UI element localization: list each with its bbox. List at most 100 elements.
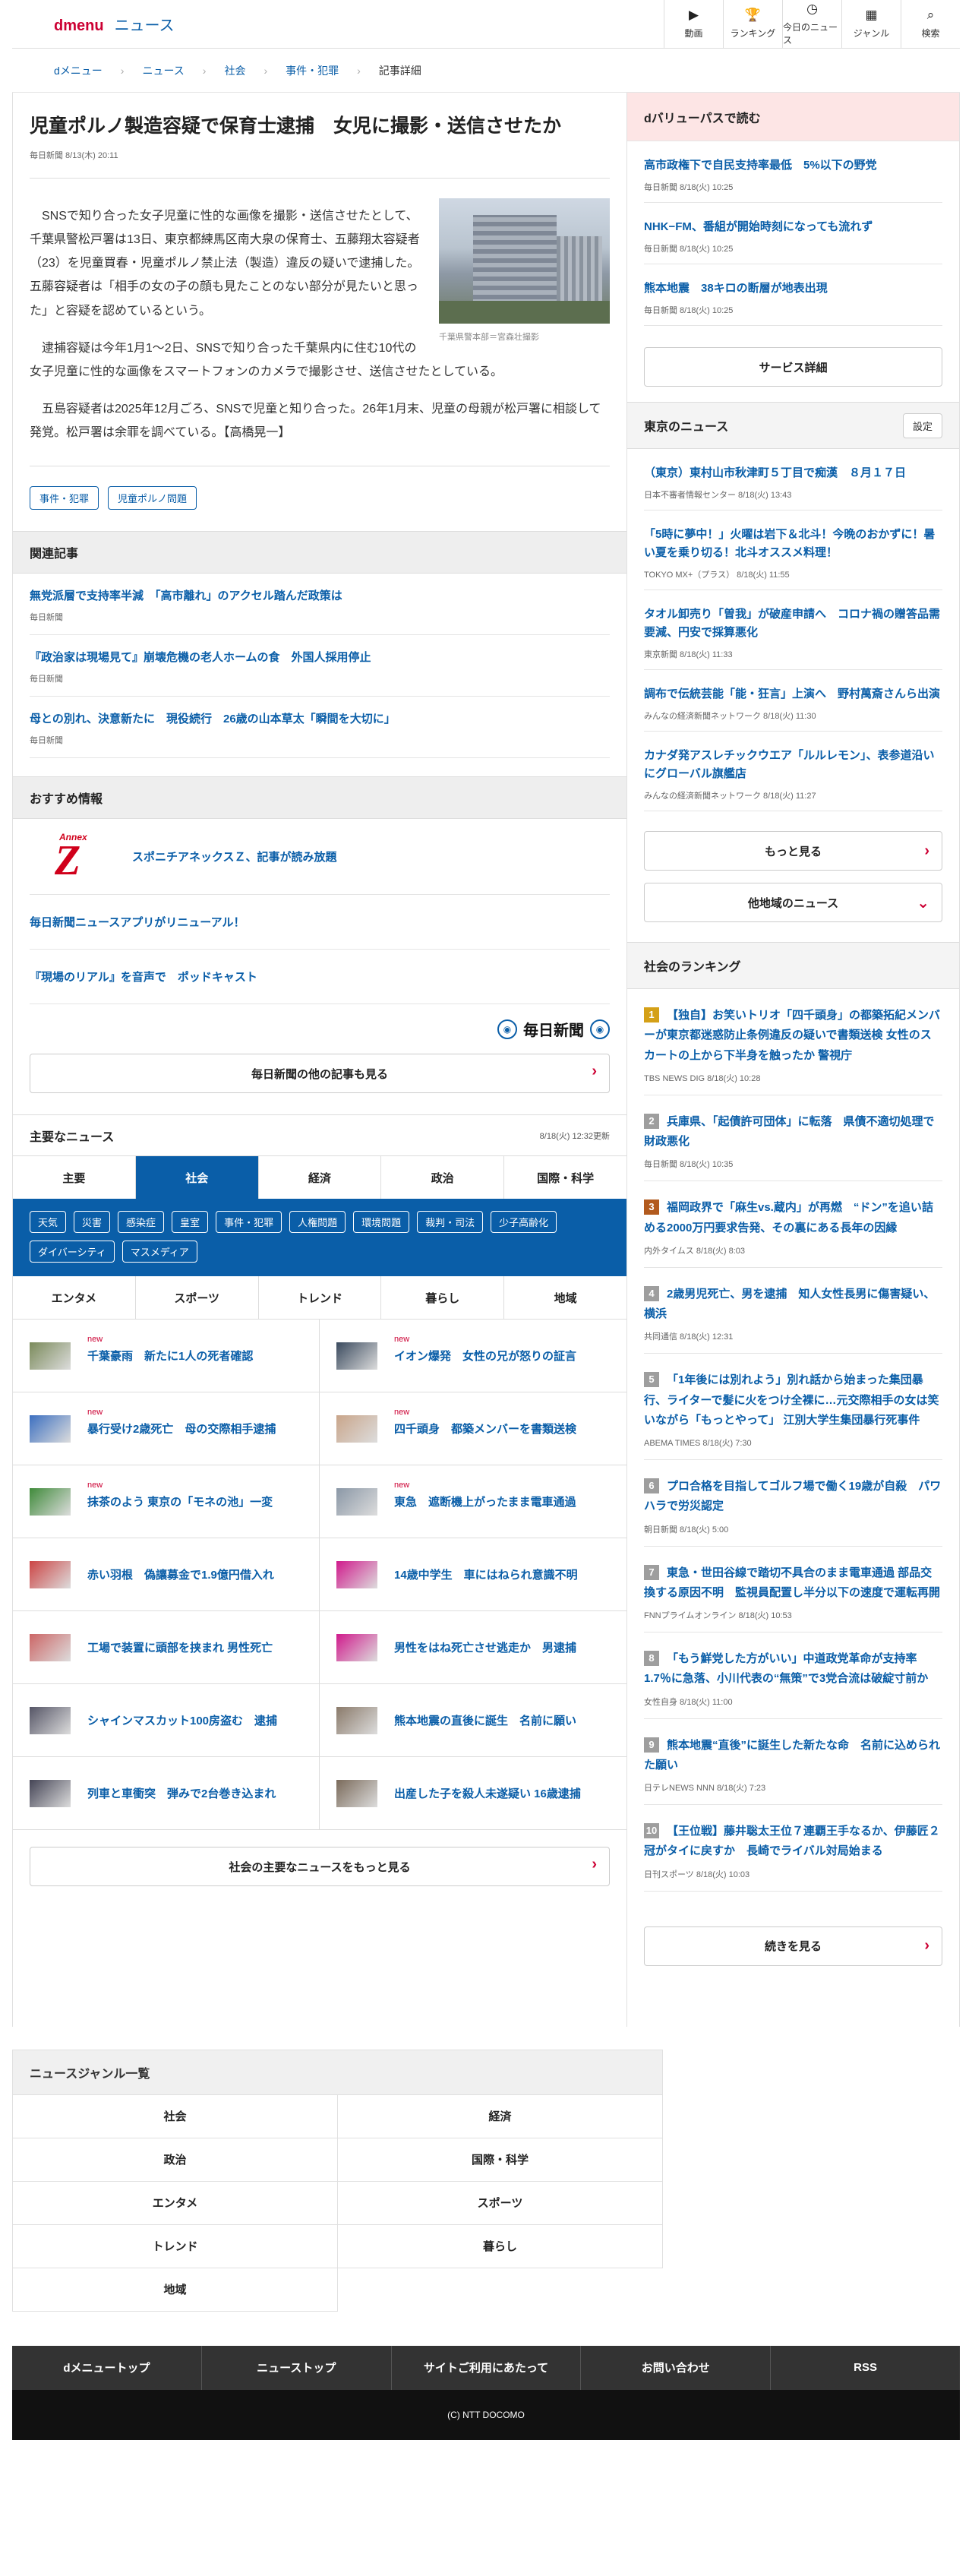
ranking-link[interactable]: 【独自】お笑いトリオ「四千頭身」の都築拓紀メンバーが東京都迷惑防止条例違反の疑い…	[644, 1009, 940, 1062]
news-title[interactable]: 男性をはね死亡させ逃走か 男逮捕	[394, 1639, 576, 1655]
side-news-item[interactable]: 高市政権下で自民支持率最低 5%以下の野党 毎日新聞 8/18(火) 10:25	[644, 141, 942, 203]
news-item[interactable]: 工場で装置に頭部を挟まれ 男性死亡	[13, 1611, 320, 1685]
site-logo[interactable]: dmenu ニュース	[54, 13, 175, 35]
ranking-link[interactable]: 「もう鮮党した方がいい」中道政党革命が支持率1.7％に急落、小川代表の“無策”で…	[644, 1652, 928, 1685]
breadcrumb-item[interactable]: 事件・犯罪	[286, 63, 339, 78]
sub-tab[interactable]: エンタメ	[13, 1276, 136, 1320]
tab-4[interactable]: 国際・科学	[504, 1156, 626, 1199]
tab-0[interactable]: 主要	[13, 1156, 136, 1199]
news-item[interactable]: シャインマスカット100房盗む 逮捕	[13, 1684, 320, 1758]
ranking-item[interactable]: 9 熊本地震“直後”に誕生した新たな命 名前に込められた願い 日テレNEWS NNN…	[644, 1719, 942, 1805]
footer-link[interactable]: dメニュートップ	[12, 2345, 202, 2390]
side-news-link[interactable]: NHK−FM、番組が開始時刻になっても流れず	[644, 220, 873, 233]
news-item[interactable]: 東急 遮断機上がったまま電車通過 new	[320, 1465, 626, 1539]
news-logo[interactable]: ニュース	[115, 13, 175, 35]
tag-link[interactable]: 事件・犯罪	[30, 486, 99, 510]
related-link[interactable]: 母との別れ、決意新たに 現役続行 26歳の山本草太「瞬間を大切に」	[30, 713, 396, 725]
ranking-item[interactable]: 3 福岡政界で「麻生vs.蔵内」が再燃 “ドン”を追い詰める2000万円要求告発、…	[644, 1181, 942, 1268]
related-link[interactable]: 『政治家は現場見て』崩壊危機の老人ホームの食 外国人採用停止	[30, 651, 371, 664]
ranking-item[interactable]: 4 2歳男児死亡、男を逮捕 知人女性長男に傷害疑い、横浜 共同通信 8/18(火) …	[644, 1268, 942, 1354]
topic-tag[interactable]: 皇室	[172, 1211, 209, 1234]
recommend-link[interactable]: 『現場のリアル』を音声で ポッドキャスト	[30, 969, 257, 985]
breadcrumb-item[interactable]: dメニュー	[54, 63, 103, 78]
tab-2[interactable]: 経済	[259, 1156, 382, 1199]
service-detail-button[interactable]: サービス詳細	[644, 347, 942, 387]
genre-link[interactable]: スポーツ	[338, 2181, 663, 2225]
ranking-link[interactable]: 「1年後には別れよう」別れ話から始まった集団暴行、ライターで髪に火をつけ全裸に……	[644, 1373, 939, 1427]
header-nav-video[interactable]: ▶ 動画	[664, 0, 723, 49]
side-news-item[interactable]: 「5時に夢中！」火曜は岩下＆北斗！今晩のおかずに！暑い夏を乗り切る！北斗オススメ…	[644, 510, 942, 590]
ranking-link[interactable]: 【王位戦】藤井聡太王位７連覇王手なるか、伊藤匠２冠がタイに戻すか 長崎でライバル…	[644, 1825, 940, 1857]
news-title[interactable]: 四千頭身 都築メンバーを書類送検 new	[394, 1408, 576, 1437]
news-title[interactable]: 赤い羽根 偽讓募金で1.9億円借入れ	[87, 1566, 274, 1582]
news-title[interactable]: 工場で装置に頭部を挟まれ 男性死亡	[87, 1639, 273, 1655]
genre-link[interactable]: エンタメ	[13, 2181, 338, 2225]
topic-tag[interactable]: 事件・犯罪	[216, 1211, 282, 1234]
side-news-link[interactable]: 高市政権下で自民支持率最低 5%以下の野党	[644, 159, 877, 172]
genre-link[interactable]: 経済	[338, 2094, 663, 2138]
sub-tab[interactable]: トレンド	[259, 1276, 382, 1320]
footer-link[interactable]: RSS	[771, 2346, 960, 2390]
news-item[interactable]: 赤い羽根 偽讓募金で1.9億円借入れ	[13, 1538, 320, 1612]
recommend-link[interactable]: 毎日新聞ニュースアプリがリニューアル！	[30, 914, 245, 930]
side-news-item[interactable]: カナダ発アスレチックウエア「ルルレモン」、表参道沿いにグローバル旗艦店 みんなの経…	[644, 732, 942, 811]
news-item[interactable]: 出産した子を殺人未遂疑い 16歳逮捕	[320, 1757, 626, 1831]
news-title[interactable]: 14歳中学生 車にはねられ意識不明	[394, 1566, 578, 1582]
news-item[interactable]: 列車と車衝突 弾みで2台巻き込まれ	[13, 1757, 320, 1831]
news-item[interactable]: 千葉豪雨 新たに1人の死者確認 new	[13, 1320, 320, 1393]
header-nav-search[interactable]: ⌕ 検索	[901, 0, 960, 49]
side-news-item[interactable]: NHK−FM、番組が開始時刻になっても流れず 毎日新聞 8/18(火) 10:25	[644, 203, 942, 264]
ranking-item[interactable]: 6 プロ合格を目指してゴルフ場で働く19歳が自殺 パワハラで労災認定 朝日新聞 8/…	[644, 1460, 942, 1547]
related-item[interactable]: 無党派層で支持率半減 「高市離れ」のアクセル踏んだ政策は 毎日新聞	[30, 574, 610, 636]
related-item[interactable]: 母との別れ、決意新たに 現役続行 26歳の山本草太「瞬間を大切に」 毎日新聞	[30, 697, 610, 759]
genre-link[interactable]: 暮らし	[338, 2224, 663, 2268]
publisher-more-button[interactable]: 毎日新聞の他の記事も見る ›	[30, 1054, 610, 1094]
side-news-link[interactable]: カナダ発アスレチックウエア「ルルレモン」、表参道沿いにグローバル旗艦店	[644, 749, 935, 780]
breadcrumb-item[interactable]: 社会	[224, 63, 245, 78]
news-item[interactable]: 男性をはね死亡させ逃走か 男逮捕	[320, 1611, 626, 1685]
main-news-more-button[interactable]: 社会の主要なニュースをもっと見る ›	[30, 1847, 610, 1887]
recommend-item[interactable]: Annex Z スポニチアネックスＺ、記事が読み放題	[30, 819, 610, 896]
header-nav-clock[interactable]: ◷ 今日のニュース	[782, 0, 841, 49]
side-news-item[interactable]: 調布で伝統芸能「能・狂言」上演へ 野村萬斎さんら出演 みんなの経済新聞ネットワーク…	[644, 670, 942, 732]
topic-tag[interactable]: 天気	[30, 1211, 67, 1234]
ranking-item[interactable]: 5 「1年後には別れよう」別れ話から始まった集団暴行、ライターで髪に火をつけ全裸に…	[644, 1354, 942, 1460]
news-title[interactable]: 暴行受け2歳死亡 母の交際相手逮捕 new	[87, 1408, 276, 1437]
header-nav-trophy[interactable]: 🏆 ランキング	[723, 0, 782, 49]
side-news-link[interactable]: タオル卸売り「曽我」が破産申請へ コロナ禍の贈答品需要減、円安で採算悪化	[644, 608, 940, 639]
news-item[interactable]: 四千頭身 都築メンバーを書類送検 new	[320, 1392, 626, 1466]
tag-link[interactable]: 児童ポルノ問題	[108, 486, 197, 510]
topic-tag[interactable]: マスメディア	[122, 1241, 197, 1263]
ranking-link[interactable]: 福岡政界で「麻生vs.蔵内」が再燃 “ドン”を追い詰める2000万円要求告発、そ…	[644, 1201, 933, 1234]
news-title[interactable]: 熊本地震の直後に誕生 名前に願い	[394, 1712, 576, 1728]
genre-link[interactable]: 地域	[13, 2268, 338, 2312]
ranking-link[interactable]: 2歳男児死亡、男を逮捕 知人女性長男に傷害疑い、横浜	[644, 1288, 935, 1320]
news-item[interactable]: 暴行受け2歳死亡 母の交際相手逮捕 new	[13, 1392, 320, 1466]
topic-tag[interactable]: 災害	[74, 1211, 111, 1234]
side-news-link[interactable]: （東京）東村山市秋津町５丁目で痴漢 ８月１７日	[644, 466, 906, 479]
header-nav-grid[interactable]: ▦ ジャンル	[841, 0, 901, 49]
footer-link[interactable]: サイトご利用にあたって	[392, 2345, 582, 2390]
side-news-item[interactable]: タオル卸売り「曽我」が破産申請へ コロナ禍の贈答品需要減、円安で採算悪化 東京新聞…	[644, 590, 942, 670]
footer-link[interactable]: お問い合わせ	[581, 2345, 772, 2390]
news-item[interactable]: 熊本地震の直後に誕生 名前に願い	[320, 1684, 626, 1758]
side-news-link[interactable]: 調布で伝統芸能「能・狂言」上演へ 野村萬斎さんら出演	[644, 687, 940, 700]
topic-tag[interactable]: 人権問題	[289, 1211, 346, 1234]
side-news-item[interactable]: （東京）東村山市秋津町５丁目で痴漢 ８月１７日 日本不審者情報センター 8/18(…	[644, 449, 942, 510]
ranking-item[interactable]: 2 兵庫県、「起債許可団体」に転落 県債不適切処理で財政悪化 毎日新聞 8/18(火…	[644, 1095, 942, 1182]
side-news-link[interactable]: 「5時に夢中！」火曜は岩下＆北斗！今晩のおかずに！暑い夏を乗り切る！北斗オススメ…	[644, 528, 935, 559]
news-title[interactable]: シャインマスカット100房盗む 逮捕	[87, 1712, 277, 1728]
news-title[interactable]: 出産した子を殺人未遂疑い 16歳逮捕	[394, 1785, 581, 1801]
topic-tag[interactable]: 感染症	[118, 1211, 165, 1234]
ranking-link[interactable]: 熊本地震“直後”に誕生した新たな命 名前に込められた願い	[644, 1739, 940, 1772]
dmenu-logo[interactable]: dmenu	[54, 17, 104, 35]
related-link[interactable]: 無党派層で支持率半減 「高市離れ」のアクセル踏んだ政策は	[30, 589, 342, 602]
footer-link[interactable]: ニューストップ	[202, 2345, 392, 2390]
news-title[interactable]: 東急 遮断機上がったまま電車通過 new	[394, 1481, 576, 1509]
topic-tag[interactable]: 裁判・司法	[417, 1211, 484, 1234]
news-title[interactable]: 列車と車衝突 弾みで2台巻き込まれ	[87, 1785, 276, 1801]
genre-link[interactable]: トレンド	[13, 2224, 338, 2268]
breadcrumb-item[interactable]: ニュース	[142, 63, 184, 78]
topic-tag[interactable]: 環境問題	[353, 1211, 410, 1234]
side-news-item[interactable]: 熊本地震 38キロの断層が地表出現 毎日新聞 8/18(火) 10:25	[644, 264, 942, 326]
